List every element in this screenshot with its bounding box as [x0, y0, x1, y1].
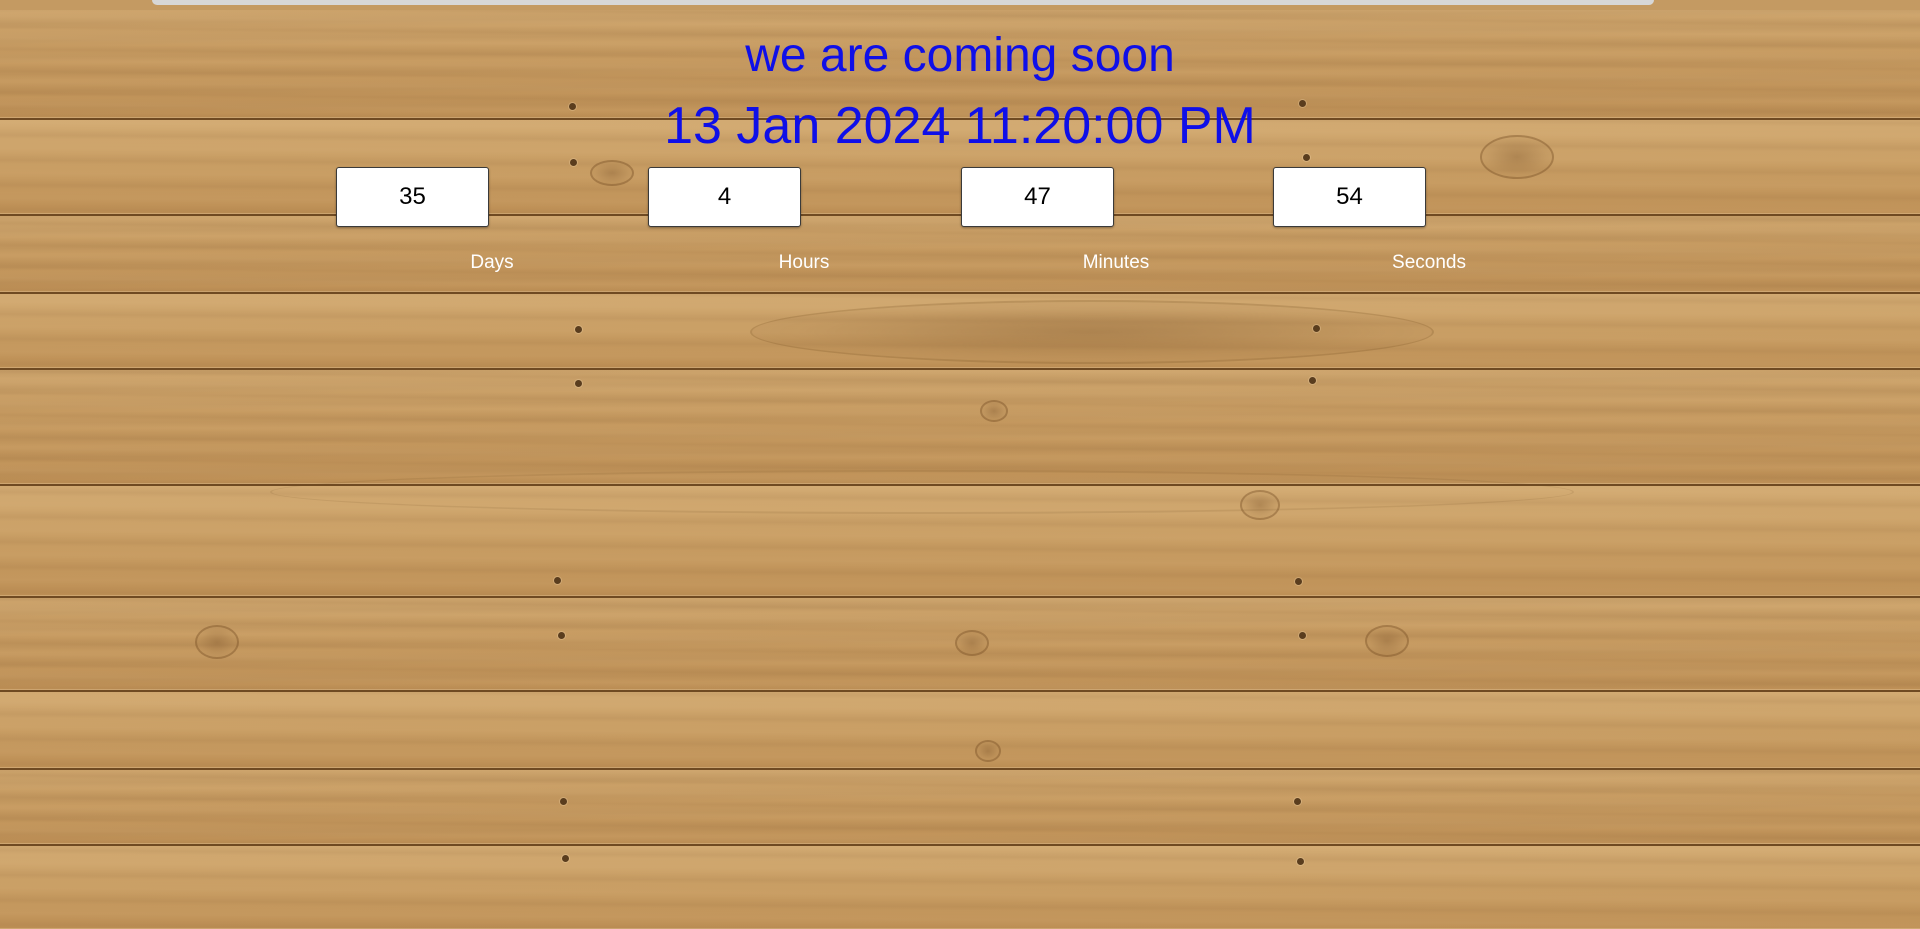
hours-field[interactable] — [648, 167, 801, 227]
seconds-label: Seconds — [1392, 252, 1466, 273]
hours-label: Hours — [778, 252, 830, 273]
days-label: Days — [470, 252, 514, 273]
page-title: we are coming soon — [745, 29, 1175, 82]
minutes-field[interactable] — [961, 167, 1114, 227]
target-date: 13 Jan 2024 11:20:00 PM — [664, 97, 1256, 155]
minutes-label: Minutes — [1082, 252, 1150, 273]
seconds-field[interactable] — [1273, 167, 1426, 227]
days-field[interactable] — [336, 167, 489, 227]
coming-soon-page: we are coming soon 13 Jan 2024 11:20:00 … — [0, 0, 1920, 929]
